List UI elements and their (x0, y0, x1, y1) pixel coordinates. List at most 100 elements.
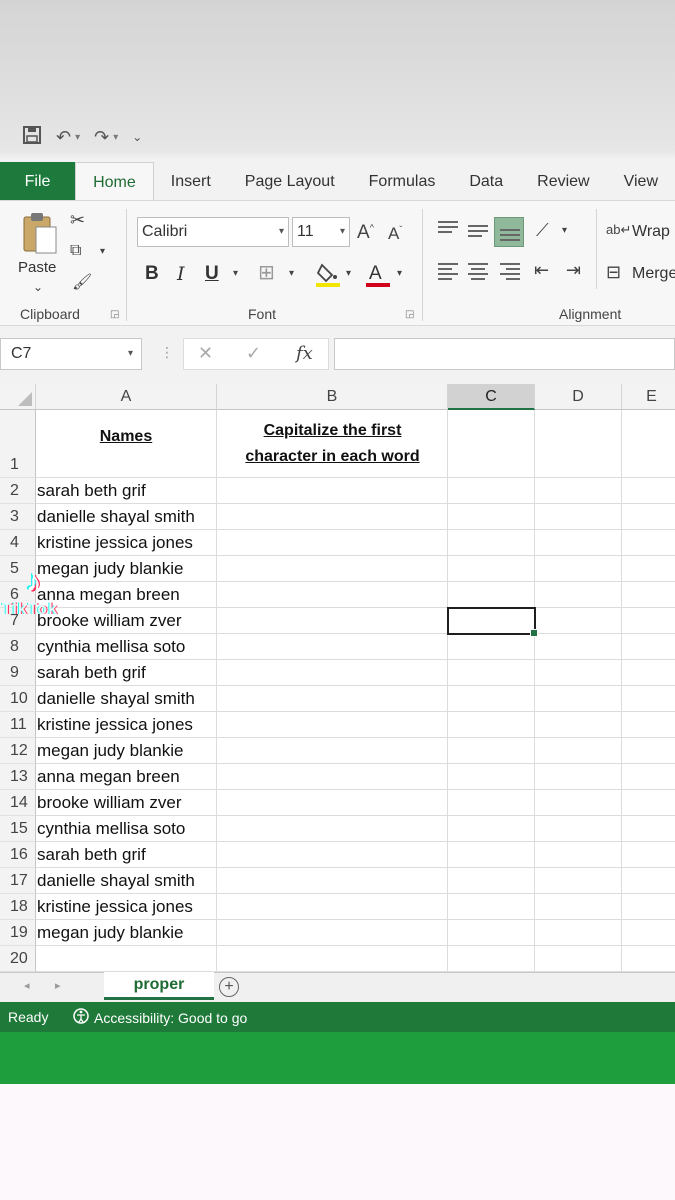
tab-file[interactable]: File (0, 162, 76, 202)
row-header[interactable]: 19 (0, 920, 36, 946)
header-cell-names[interactable]: Names (36, 428, 216, 446)
copy-dropdown-icon[interactable]: ▾ (100, 247, 105, 257)
table-cell-name[interactable]: cynthia mellisa soto (37, 637, 185, 657)
merge-icon[interactable]: ⊟ (606, 263, 621, 281)
paste-button[interactable]: Paste (18, 259, 56, 276)
column-header-c[interactable]: C (448, 384, 535, 410)
tab-page-layout[interactable]: Page Layout (228, 162, 352, 202)
more-icon[interactable]: ⋮ (160, 344, 174, 361)
orientation-icon[interactable]: ⟋ (536, 221, 549, 239)
active-cell-c7[interactable] (447, 607, 538, 637)
select-all-corner[interactable] (0, 384, 36, 410)
orientation-dropdown-icon[interactable]: ▾ (562, 226, 567, 236)
prev-sheet-icon[interactable]: ◂ (24, 979, 30, 992)
column-header-b[interactable]: B (217, 384, 448, 410)
tab-insert[interactable]: Insert (154, 162, 228, 202)
name-box[interactable]: C7 ▾ (0, 338, 142, 370)
table-cell-name[interactable]: sarah beth grif (37, 663, 146, 683)
underline-button[interactable]: U (205, 263, 219, 285)
row-header[interactable]: 17 (0, 868, 36, 894)
column-header-e[interactable]: E (622, 384, 675, 410)
accessibility-status[interactable]: Accessibility: Good to go (72, 1007, 247, 1028)
row-header[interactable]: 12 (0, 738, 36, 764)
tab-formulas[interactable]: Formulas (352, 162, 453, 202)
table-cell-name[interactable]: anna megan breen (37, 767, 180, 787)
spreadsheet-grid[interactable]: A B C D E 1 2 sarah beth grif 3 danielle sha… (0, 384, 675, 972)
merge-button[interactable]: Merge (632, 265, 675, 283)
bottom-align-button[interactable] (494, 217, 524, 247)
top-align-icon[interactable] (438, 221, 458, 236)
italic-button[interactable]: I (177, 263, 185, 285)
undo-dropdown-icon[interactable]: ▾ (75, 132, 80, 143)
row-header[interactable]: 3 (0, 504, 36, 530)
copy-icon[interactable]: ⧉ (70, 243, 81, 259)
fill-color-dropdown-icon[interactable]: ▾ (346, 269, 351, 279)
customize-toolbar-icon[interactable]: ⌄ (132, 130, 142, 144)
tab-review[interactable]: Review (520, 162, 606, 202)
increase-font-size-icon[interactable]: A^ (357, 223, 374, 242)
table-cell-name[interactable]: anna megan breen (37, 585, 180, 605)
row-header[interactable]: 15 (0, 816, 36, 842)
font-size-select[interactable]: 11 ▾ (292, 217, 350, 247)
font-color-dropdown-icon[interactable]: ▾ (397, 269, 402, 279)
row-header[interactable]: 20 (0, 946, 36, 972)
enter-icon[interactable]: ✓ (246, 343, 261, 364)
add-sheet-icon[interactable]: + (219, 977, 239, 997)
row-header[interactable]: 13 (0, 764, 36, 790)
undo-icon[interactable]: ↶ (56, 127, 71, 148)
row-header[interactable]: 4 (0, 530, 36, 556)
header-cell-capitalize[interactable]: Capitalize the first character in each w… (217, 418, 448, 470)
save-icon[interactable] (22, 125, 42, 150)
table-cell-name[interactable]: sarah beth grif (37, 845, 146, 865)
align-right-icon[interactable] (500, 263, 520, 283)
format-painter-icon[interactable]: 🖌 (72, 275, 92, 291)
bold-button[interactable]: B (145, 263, 159, 285)
cut-icon[interactable]: ✂ (70, 211, 85, 229)
clipboard-launcher-icon[interactable]: ◲ (110, 309, 119, 320)
decrease-indent-icon[interactable]: ⇤ (534, 261, 549, 279)
table-cell-name[interactable]: megan judy blankie (37, 923, 183, 943)
table-cell-name[interactable]: kristine jessica jones (37, 533, 193, 553)
row-header[interactable]: 1 (0, 410, 36, 478)
table-cell-name[interactable]: danielle shayal smith (37, 689, 195, 709)
table-cell-name[interactable]: megan judy blankie (37, 741, 183, 761)
paste-dropdown-icon[interactable]: ⌄ (33, 281, 43, 293)
table-cell-name[interactable]: brooke william zver (37, 611, 182, 631)
middle-align-icon[interactable] (468, 225, 488, 240)
row-header[interactable]: 16 (0, 842, 36, 868)
row-header[interactable]: 14 (0, 790, 36, 816)
align-left-icon[interactable] (438, 263, 458, 283)
decrease-font-size-icon[interactable]: Aˇ (388, 225, 402, 242)
align-center-icon[interactable] (468, 263, 488, 283)
row-header[interactable]: 8 (0, 634, 36, 660)
column-header-d[interactable]: D (535, 384, 622, 410)
fill-color-icon[interactable] (316, 261, 340, 290)
table-cell-name[interactable]: sarah beth grif (37, 481, 146, 501)
row-header[interactable]: 5 (0, 556, 36, 582)
next-sheet-icon[interactable]: ▸ (55, 979, 61, 992)
insert-function-icon[interactable]: fx (296, 343, 313, 364)
sheet-tab-proper[interactable]: proper (104, 972, 214, 1000)
formula-input[interactable] (334, 338, 675, 370)
tab-home[interactable]: Home (75, 162, 154, 202)
redo-dropdown-icon[interactable]: ▾ (113, 132, 118, 143)
row-header[interactable]: 11 (0, 712, 36, 738)
row-header[interactable]: 6 (0, 582, 36, 608)
redo-icon[interactable]: ↷ (94, 127, 109, 148)
wrap-text-button[interactable]: Wrap (632, 223, 670, 241)
paste-icon[interactable] (20, 211, 60, 255)
increase-indent-icon[interactable]: ⇥ (566, 261, 581, 279)
underline-dropdown-icon[interactable]: ▾ (233, 269, 238, 279)
table-cell-name[interactable]: kristine jessica jones (37, 897, 193, 917)
row-header[interactable]: 18 (0, 894, 36, 920)
table-cell-name[interactable]: brooke william zver (37, 793, 182, 813)
font-name-select[interactable]: Calibri ▾ (137, 217, 289, 247)
borders-dropdown-icon[interactable]: ▾ (289, 269, 294, 279)
table-cell-name[interactable]: megan judy blankie (37, 559, 183, 579)
font-color-icon[interactable]: A (366, 261, 390, 290)
table-cell-name[interactable]: cynthia mellisa soto (37, 819, 185, 839)
table-cell-name[interactable]: danielle shayal smith (37, 871, 195, 891)
cancel-icon[interactable]: ✕ (198, 343, 213, 364)
column-header-a[interactable]: A (36, 384, 217, 410)
row-header[interactable]: 9 (0, 660, 36, 686)
